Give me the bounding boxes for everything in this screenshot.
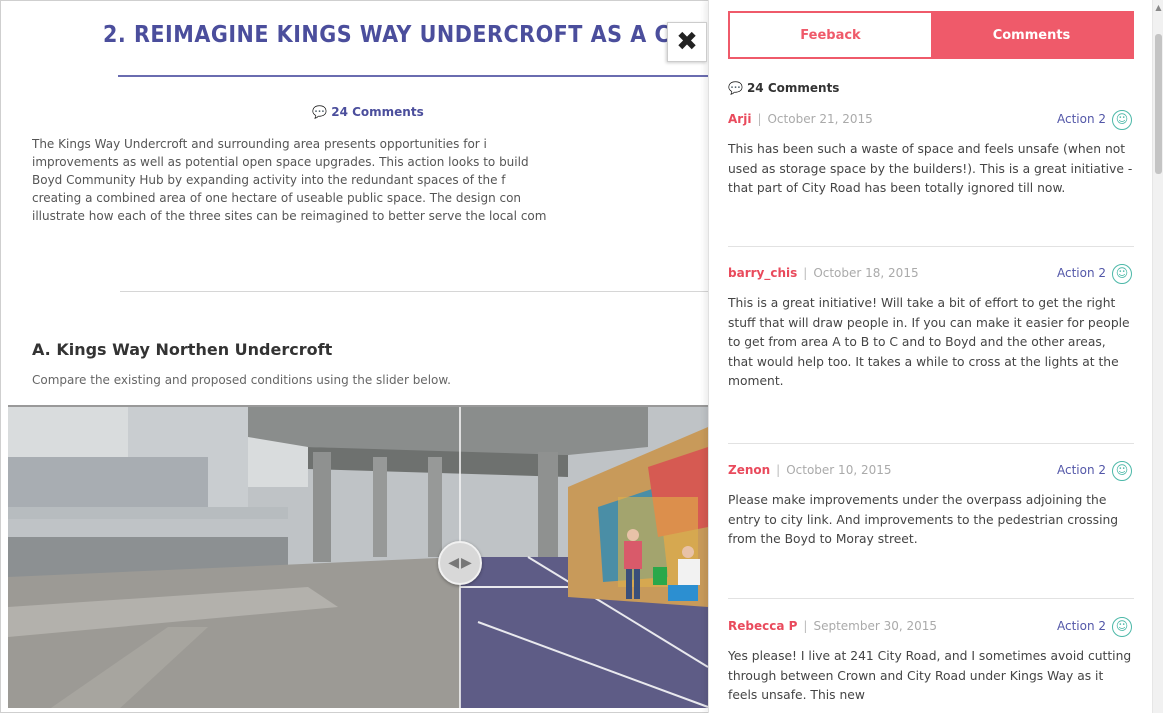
- scroll-thumb[interactable]: [1155, 34, 1162, 174]
- page-title: 2. REIMAGINE KINGS WAY UNDERCROFT AS A C…: [103, 22, 708, 48]
- comment-item: Zenon | October 10, 2015 Action 2 ☺ Please…: [728, 461, 1134, 550]
- meta-separator: |: [803, 619, 808, 633]
- comment-author[interactable]: Rebecca P: [728, 619, 797, 633]
- smiley-icon[interactable]: ☺: [1112, 110, 1132, 130]
- comment-meta: barry_chis | October 18, 2015 Action 2 ☺: [728, 264, 1134, 288]
- close-icon: ✖: [676, 27, 698, 57]
- comment-bubble-icon: 💬: [312, 105, 328, 119]
- comment-date: October 10, 2015: [786, 463, 892, 477]
- comment-action-link[interactable]: Action 2: [1057, 266, 1106, 280]
- smiley-icon[interactable]: ☺: [1112, 461, 1132, 481]
- panel-scrollbar[interactable]: ▲: [1152, 0, 1163, 713]
- comment-action-link[interactable]: Action 2: [1057, 112, 1106, 126]
- section-subtitle: Compare the existing and proposed condit…: [32, 373, 451, 387]
- comment-item: barry_chis | October 18, 2015 Action 2 ☺ T…: [728, 264, 1134, 392]
- tab-comments[interactable]: Comments: [931, 13, 1132, 57]
- intro-line: Boyd Community Hub by expanding activity…: [32, 173, 506, 187]
- article-panel: 2. REIMAGINE KINGS WAY UNDERCROFT AS A C…: [8, 8, 708, 708]
- comment-divider: [728, 443, 1134, 444]
- comment-divider: [728, 246, 1134, 247]
- panel-comments-count: 💬 24 Comments: [728, 81, 839, 95]
- comment-date: September 30, 2015: [813, 619, 938, 633]
- comment-body: Please make improvements under the overp…: [728, 493, 1119, 546]
- comparison-image: [8, 407, 708, 708]
- intro-line: creating a combined area of one hectare …: [32, 191, 522, 205]
- intro-line: improvements as well as potential open s…: [32, 155, 529, 169]
- comment-item: Arji | October 21, 2015 Action 2 ☺ This ha…: [728, 110, 1134, 199]
- scroll-up-icon[interactable]: ▲: [1155, 4, 1162, 12]
- chevron-right-icon: ▶: [461, 555, 472, 571]
- comment-meta: Arji | October 21, 2015 Action 2 ☺: [728, 110, 1134, 134]
- meta-separator: |: [776, 463, 781, 477]
- close-button[interactable]: ✖: [667, 22, 707, 62]
- panel-comments-count-label: 24 Comments: [746, 81, 840, 95]
- section-divider: [120, 291, 708, 292]
- intro-paragraph: The Kings Way Undercroft and surrounding…: [32, 135, 708, 225]
- comment-action-link[interactable]: Action 2: [1057, 619, 1106, 633]
- tab-feedback[interactable]: Feeback: [730, 13, 931, 57]
- comment-body: Yes please! I live at 241 City Road, and…: [728, 649, 1132, 702]
- comment-meta: Zenon | October 10, 2015 Action 2 ☺: [728, 461, 1134, 485]
- comment-meta: Rebecca P | September 30, 2015 Action 2 ☺: [728, 617, 1134, 641]
- comment-author[interactable]: Arji: [728, 112, 751, 126]
- comments-panel: Feeback Comments 💬 24 Comments Arji | Octob…: [708, 0, 1152, 713]
- comment-body: This has been such a waste of space and …: [728, 142, 1133, 195]
- comment-date: October 21, 2015: [767, 112, 873, 126]
- comment-author[interactable]: Zenon: [728, 463, 770, 477]
- comparison-slider-handle[interactable]: ◀ ▶: [438, 541, 482, 585]
- before-after-comparison[interactable]: ◀ ▶: [8, 405, 708, 708]
- smiley-icon[interactable]: ☺: [1112, 264, 1132, 284]
- comment-item: Rebecca P | September 30, 2015 Action 2 ☺ …: [728, 617, 1134, 706]
- comment-divider: [728, 598, 1134, 599]
- panel-tabs: Feeback Comments: [728, 11, 1134, 59]
- meta-separator: |: [757, 112, 762, 126]
- intro-line: illustrate how each of the three sites c…: [32, 209, 547, 223]
- comments-count-link[interactable]: 💬 24 Comments: [8, 105, 708, 119]
- comment-date: October 18, 2015: [813, 266, 919, 280]
- smiley-icon[interactable]: ☺: [1112, 617, 1132, 637]
- comment-bubble-icon: 💬: [728, 81, 743, 95]
- meta-separator: |: [803, 266, 808, 280]
- comment-author[interactable]: barry_chis: [728, 266, 797, 280]
- comments-count-label: 24 Comments: [331, 105, 424, 119]
- comment-body: This is a great initiative! Will take a …: [728, 296, 1130, 388]
- comment-action-link[interactable]: Action 2: [1057, 463, 1106, 477]
- chevron-left-icon: ◀: [448, 555, 459, 571]
- intro-line: The Kings Way Undercroft and surrounding…: [32, 137, 487, 151]
- section-heading: A. Kings Way Northen Undercroft: [32, 340, 333, 359]
- title-divider: [118, 75, 708, 77]
